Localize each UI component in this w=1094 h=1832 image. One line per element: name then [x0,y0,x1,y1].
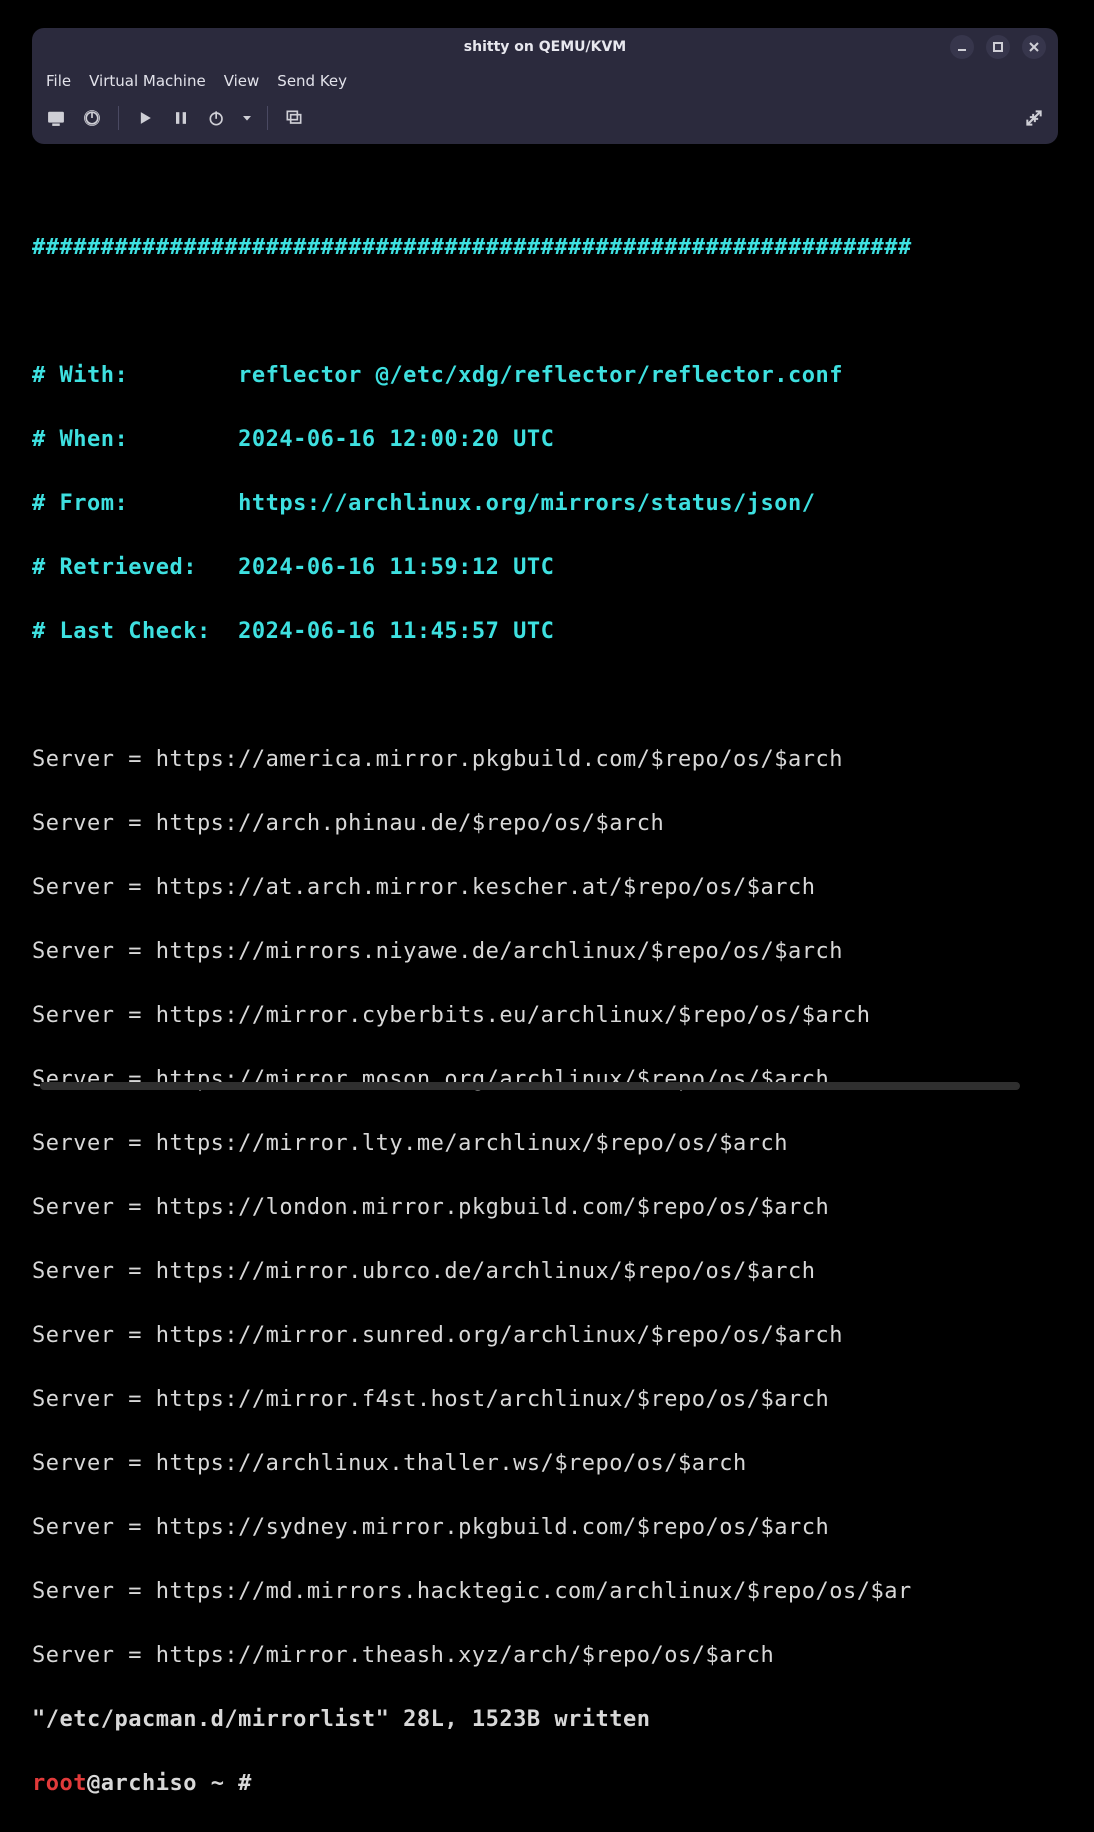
window-title: shitty on QEMU/KVM [32,39,1058,55]
term-server-line: Server = https://at.arch.mirror.kescher.… [32,872,1062,904]
term-server-line: Server = https://md.mirrors.hacktegic.co… [32,1576,1062,1608]
console-button[interactable] [42,104,70,132]
term-server-line: Server = https://mirror.lty.me/archlinux… [32,1128,1062,1160]
term-server-line: Server = https://mirror.theash.xyz/arch/… [32,1640,1062,1672]
maximize-button[interactable] [986,35,1010,59]
toolbar-separator [118,106,119,130]
run-button[interactable] [131,104,159,132]
toolbar-separator-2 [267,106,268,130]
menu-view[interactable]: View [224,72,260,90]
power-button[interactable] [203,104,231,132]
power-dropdown[interactable] [239,104,255,132]
term-hashline: ########################################… [32,232,1062,264]
details-button[interactable] [78,104,106,132]
term-server-line: Server = https://sydney.mirror.pkgbuild.… [32,1512,1062,1544]
term-server-line: Server = https://archlinux.thaller.ws/$r… [32,1448,1062,1480]
menu-virtual-machine[interactable]: Virtual Machine [89,72,206,90]
term-status-line: "/etc/pacman.d/mirrorlist" 28L, 1523B wr… [32,1704,1062,1736]
term-server-line: Server = https://america.mirror.pkgbuild… [32,744,1062,776]
scrollbar-thumb[interactable] [40,1082,1020,1090]
fullscreen-button[interactable] [1020,104,1048,132]
window-controls [950,35,1050,59]
toolbar [32,100,1058,144]
term-comment-lastcheck: # Last Check: 2024-06-16 11:45:57 UTC [32,616,1062,648]
term-server-line: Server = https://mirror.sunred.org/archl… [32,1320,1062,1352]
term-blank-1 [32,296,1062,328]
term-comment-with: # With: reflector @/etc/xdg/reflector/re… [32,360,1062,392]
terminal[interactable]: ########################################… [32,200,1062,1832]
snapshots-button[interactable] [280,104,308,132]
pause-button[interactable] [167,104,195,132]
term-server-line: Server = https://mirror.ubrco.de/archlin… [32,1256,1062,1288]
term-server-line: Server = https://mirror.f4st.host/archli… [32,1384,1062,1416]
vm-window: shitty on QEMU/KVM File Virtual Machine … [32,28,1058,144]
term-server-line: Server = https://mirror.cyberbits.eu/arc… [32,1000,1062,1032]
term-comment-from: # From: https://archlinux.org/mirrors/st… [32,488,1062,520]
prompt-rest: @archiso ~ # [87,1771,266,1796]
term-server-line: Server = https://london.mirror.pkgbuild.… [32,1192,1062,1224]
term-server-line: Server = https://mirror.moson.org/archli… [32,1064,1062,1096]
menu-send-key[interactable]: Send Key [277,72,347,90]
menu-file[interactable]: File [46,72,71,90]
close-button[interactable] [1022,35,1046,59]
term-server-line: Server = https://arch.phinau.de/$repo/os… [32,808,1062,840]
term-comment-when: # When: 2024-06-16 12:00:20 UTC [32,424,1062,456]
prompt-user: root [32,1771,87,1796]
term-server-line: Server = https://mirrors.niyawe.de/archl… [32,936,1062,968]
minimize-button[interactable] [950,35,974,59]
horizontal-scrollbar[interactable] [40,1082,1050,1090]
term-blank-2 [32,680,1062,712]
titlebar: shitty on QEMU/KVM [32,28,1058,66]
term-prompt[interactable]: root@archiso ~ # [32,1768,1062,1800]
term-comment-retrieved: # Retrieved: 2024-06-16 11:59:12 UTC [32,552,1062,584]
menubar: File Virtual Machine View Send Key [32,66,1058,100]
